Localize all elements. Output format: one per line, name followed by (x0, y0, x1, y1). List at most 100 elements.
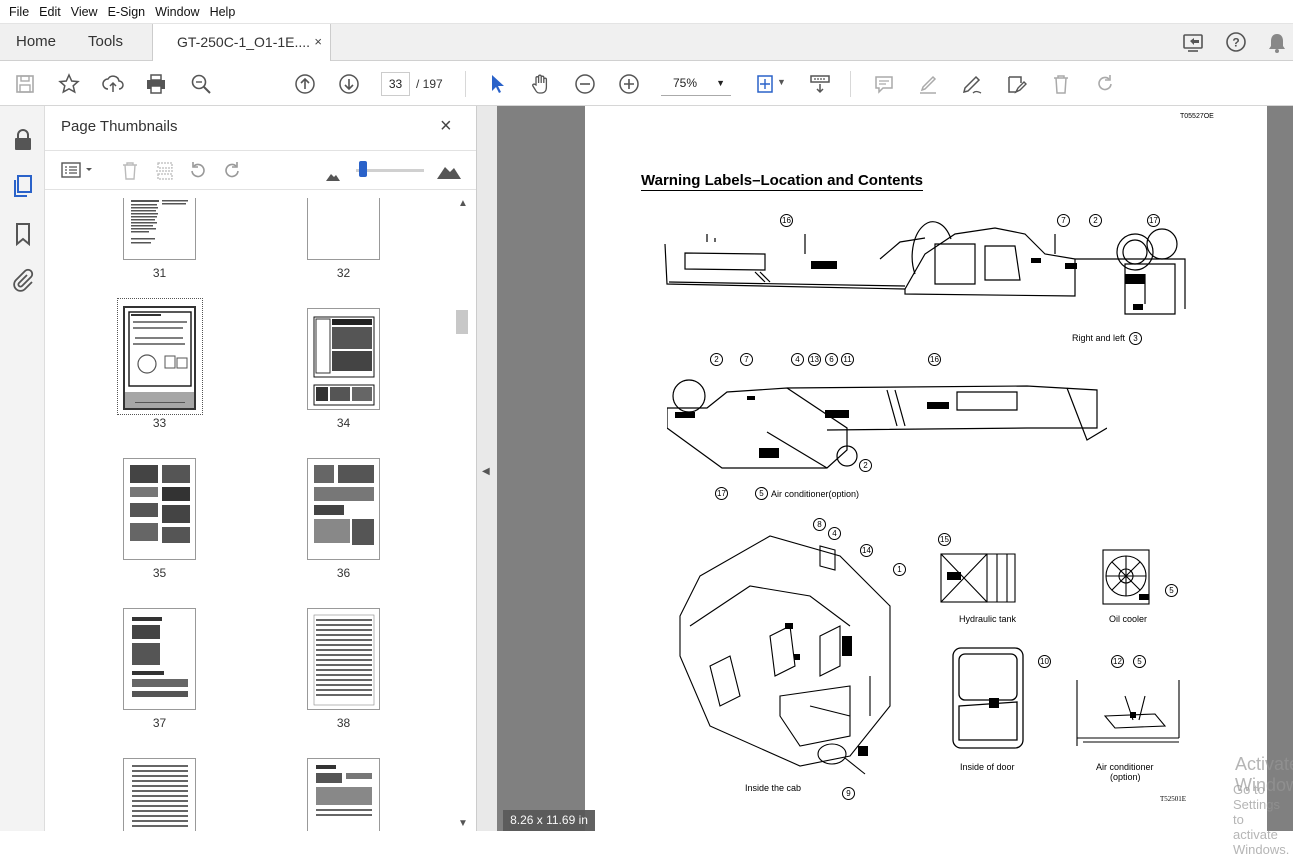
scroll-thumb[interactable] (456, 310, 468, 334)
label-right-left: Right and left (1072, 333, 1126, 343)
page-thumbnails-icon[interactable] (11, 174, 35, 198)
menu-bar: File Edit View E-Sign Window Help (0, 0, 1293, 24)
menu-edit[interactable]: Edit (34, 5, 66, 19)
upload-icon[interactable] (100, 71, 126, 97)
thumbnail-label: 35 (152, 566, 167, 580)
lock-icon[interactable] (11, 128, 35, 152)
thumbnail-label: 31 (152, 266, 167, 280)
panel-close-icon[interactable]: × (440, 115, 452, 138)
thumbnail-40[interactable] (307, 758, 380, 831)
toolbar-divider (850, 71, 851, 97)
scroll-up-icon[interactable]: ▲ (458, 198, 468, 209)
menu-esign[interactable]: E-Sign (103, 5, 151, 19)
menu-file[interactable]: File (4, 5, 34, 19)
thumbnail-35[interactable] (123, 458, 196, 560)
callout: 13 (808, 353, 821, 366)
fit-dropdown-icon[interactable]: ▼ (777, 77, 786, 87)
delete-page-icon[interactable] (120, 161, 140, 184)
thumbnails-panel: Page Thumbnails × 31 32 33 34 35 36 37 3… (45, 106, 477, 831)
callout: 2 (859, 459, 872, 472)
scroll-mode-icon[interactable] (807, 71, 833, 97)
callout: 16 (780, 214, 793, 227)
doc-heading: Warning Labels–Location and Contents (641, 172, 923, 191)
delete-icon[interactable] (1048, 71, 1074, 97)
callout: 7 (1057, 214, 1070, 227)
callout: 6 (825, 353, 838, 366)
rotate-right-icon[interactable] (222, 161, 242, 184)
thumbnail-32[interactable] (307, 198, 380, 260)
thumbnail-34[interactable] (307, 308, 380, 410)
zoom-out-icon[interactable] (572, 71, 598, 97)
page-number-input[interactable]: 33 (381, 72, 410, 96)
rotate-left-icon[interactable] (188, 161, 208, 184)
prev-page-icon[interactable] (292, 71, 318, 97)
zoom-level-select[interactable]: 75% ▼ (661, 72, 731, 96)
doc-code-bottom: T52501E (1160, 795, 1187, 803)
sign-pen-icon[interactable] (959, 71, 985, 97)
tab-tools[interactable]: Tools (88, 24, 123, 61)
print-icon[interactable] (143, 71, 169, 97)
door-drawing (952, 647, 1024, 749)
thumbnail-37[interactable] (123, 608, 196, 710)
callout: 1 (893, 563, 906, 576)
zoom-in-icon[interactable] (616, 71, 642, 97)
select-cursor-icon[interactable] (484, 71, 510, 97)
thumbnail-38[interactable] (307, 608, 380, 710)
bookmark-star-icon[interactable] (56, 71, 82, 97)
toolbar-divider (465, 71, 466, 97)
menu-help[interactable]: Help (205, 5, 241, 19)
thumbnail-label: 37 (152, 716, 167, 730)
scroll-down-icon[interactable]: ▼ (458, 818, 468, 829)
label-oil-cooler: Oil cooler (1109, 614, 1148, 624)
thumbnail-39[interactable] (123, 758, 196, 831)
slider-handle[interactable] (359, 161, 367, 177)
menu-window[interactable]: Window (150, 5, 204, 19)
zoom-search-icon[interactable] (188, 71, 214, 97)
thumbnail-label: 38 (336, 716, 351, 730)
crane-top-view-drawing (664, 221, 1186, 315)
tab-home[interactable]: Home (16, 24, 56, 61)
hand-tool-icon[interactable] (528, 71, 554, 97)
tab-document[interactable]: GT-250C-1_O1-1E.... × (152, 24, 331, 61)
large-mountain-icon (437, 163, 461, 182)
thumbnail-label: 33 (152, 416, 167, 430)
tab-document-label: GT-250C-1_O1-1E.... (177, 34, 311, 50)
callout: 12 (1111, 655, 1124, 668)
callout: 4 (828, 527, 841, 540)
comment-icon[interactable] (871, 71, 897, 97)
tab-close-icon[interactable]: × (314, 24, 322, 60)
extract-page-icon[interactable] (155, 161, 175, 184)
thumbnail-36[interactable] (307, 458, 380, 560)
document-view[interactable]: T05527OE Warning Labels–Location and Con… (497, 106, 1293, 857)
callout: 8 (813, 518, 826, 531)
callout: 2 (1089, 214, 1102, 227)
callout: 14 (860, 544, 873, 557)
menu-view[interactable]: View (66, 5, 103, 19)
thumbnail-33[interactable] (123, 306, 196, 410)
save-icon[interactable] (12, 71, 38, 97)
activate-windows-subtext: Go to Settings to activate Windows. (1233, 782, 1290, 857)
redo-icon[interactable] (1092, 71, 1118, 97)
share-screen-icon[interactable] (1182, 32, 1206, 57)
svg-text:?: ? (1232, 36, 1239, 50)
thumbnail-label: 34 (336, 416, 351, 430)
bell-icon[interactable] (1267, 32, 1287, 57)
highlight-icon[interactable] (915, 71, 941, 97)
fit-page-icon[interactable] (752, 71, 778, 97)
thumbnail-31[interactable] (123, 198, 196, 260)
panel-splitter[interactable]: ◀ (477, 106, 497, 831)
attachment-icon[interactable] (11, 268, 35, 292)
callout: 10 (1038, 655, 1051, 668)
tab-bar: Home Tools GT-250C-1_O1-1E.... × ? (0, 24, 1293, 61)
thumbnail-scrollbar[interactable]: ▲ ▼ (454, 198, 470, 831)
crane-side-view-drawing (667, 379, 1107, 469)
help-icon[interactable]: ? (1225, 31, 1247, 56)
callout: 2 (710, 353, 723, 366)
fill-sign-icon[interactable] (1003, 71, 1029, 97)
air-conditioner-drawing (1076, 680, 1180, 746)
next-page-icon[interactable] (336, 71, 362, 97)
thumbnail-options-icon[interactable] (61, 161, 95, 182)
left-rail (0, 106, 45, 831)
bookmarks-icon[interactable] (11, 222, 35, 247)
collapse-panel-icon[interactable]: ◀ (482, 466, 490, 477)
